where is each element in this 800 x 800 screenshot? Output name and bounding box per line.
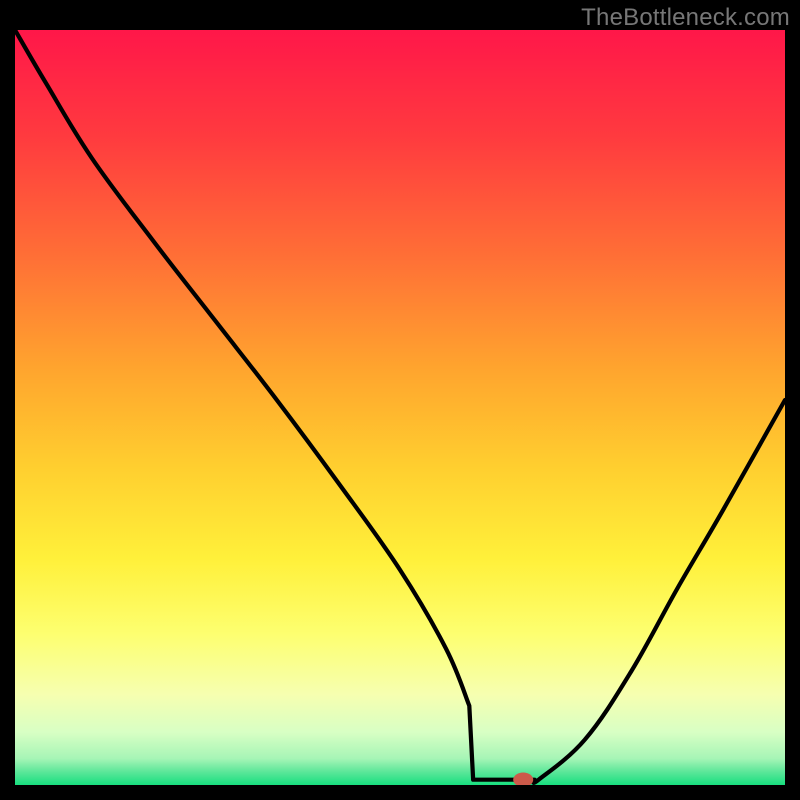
bottleneck-curve <box>15 30 785 785</box>
chart-frame: TheBottleneck.com <box>0 0 800 800</box>
watermark-text: TheBottleneck.com <box>581 4 790 32</box>
plot-area <box>15 30 785 785</box>
optimal-marker <box>513 773 533 785</box>
